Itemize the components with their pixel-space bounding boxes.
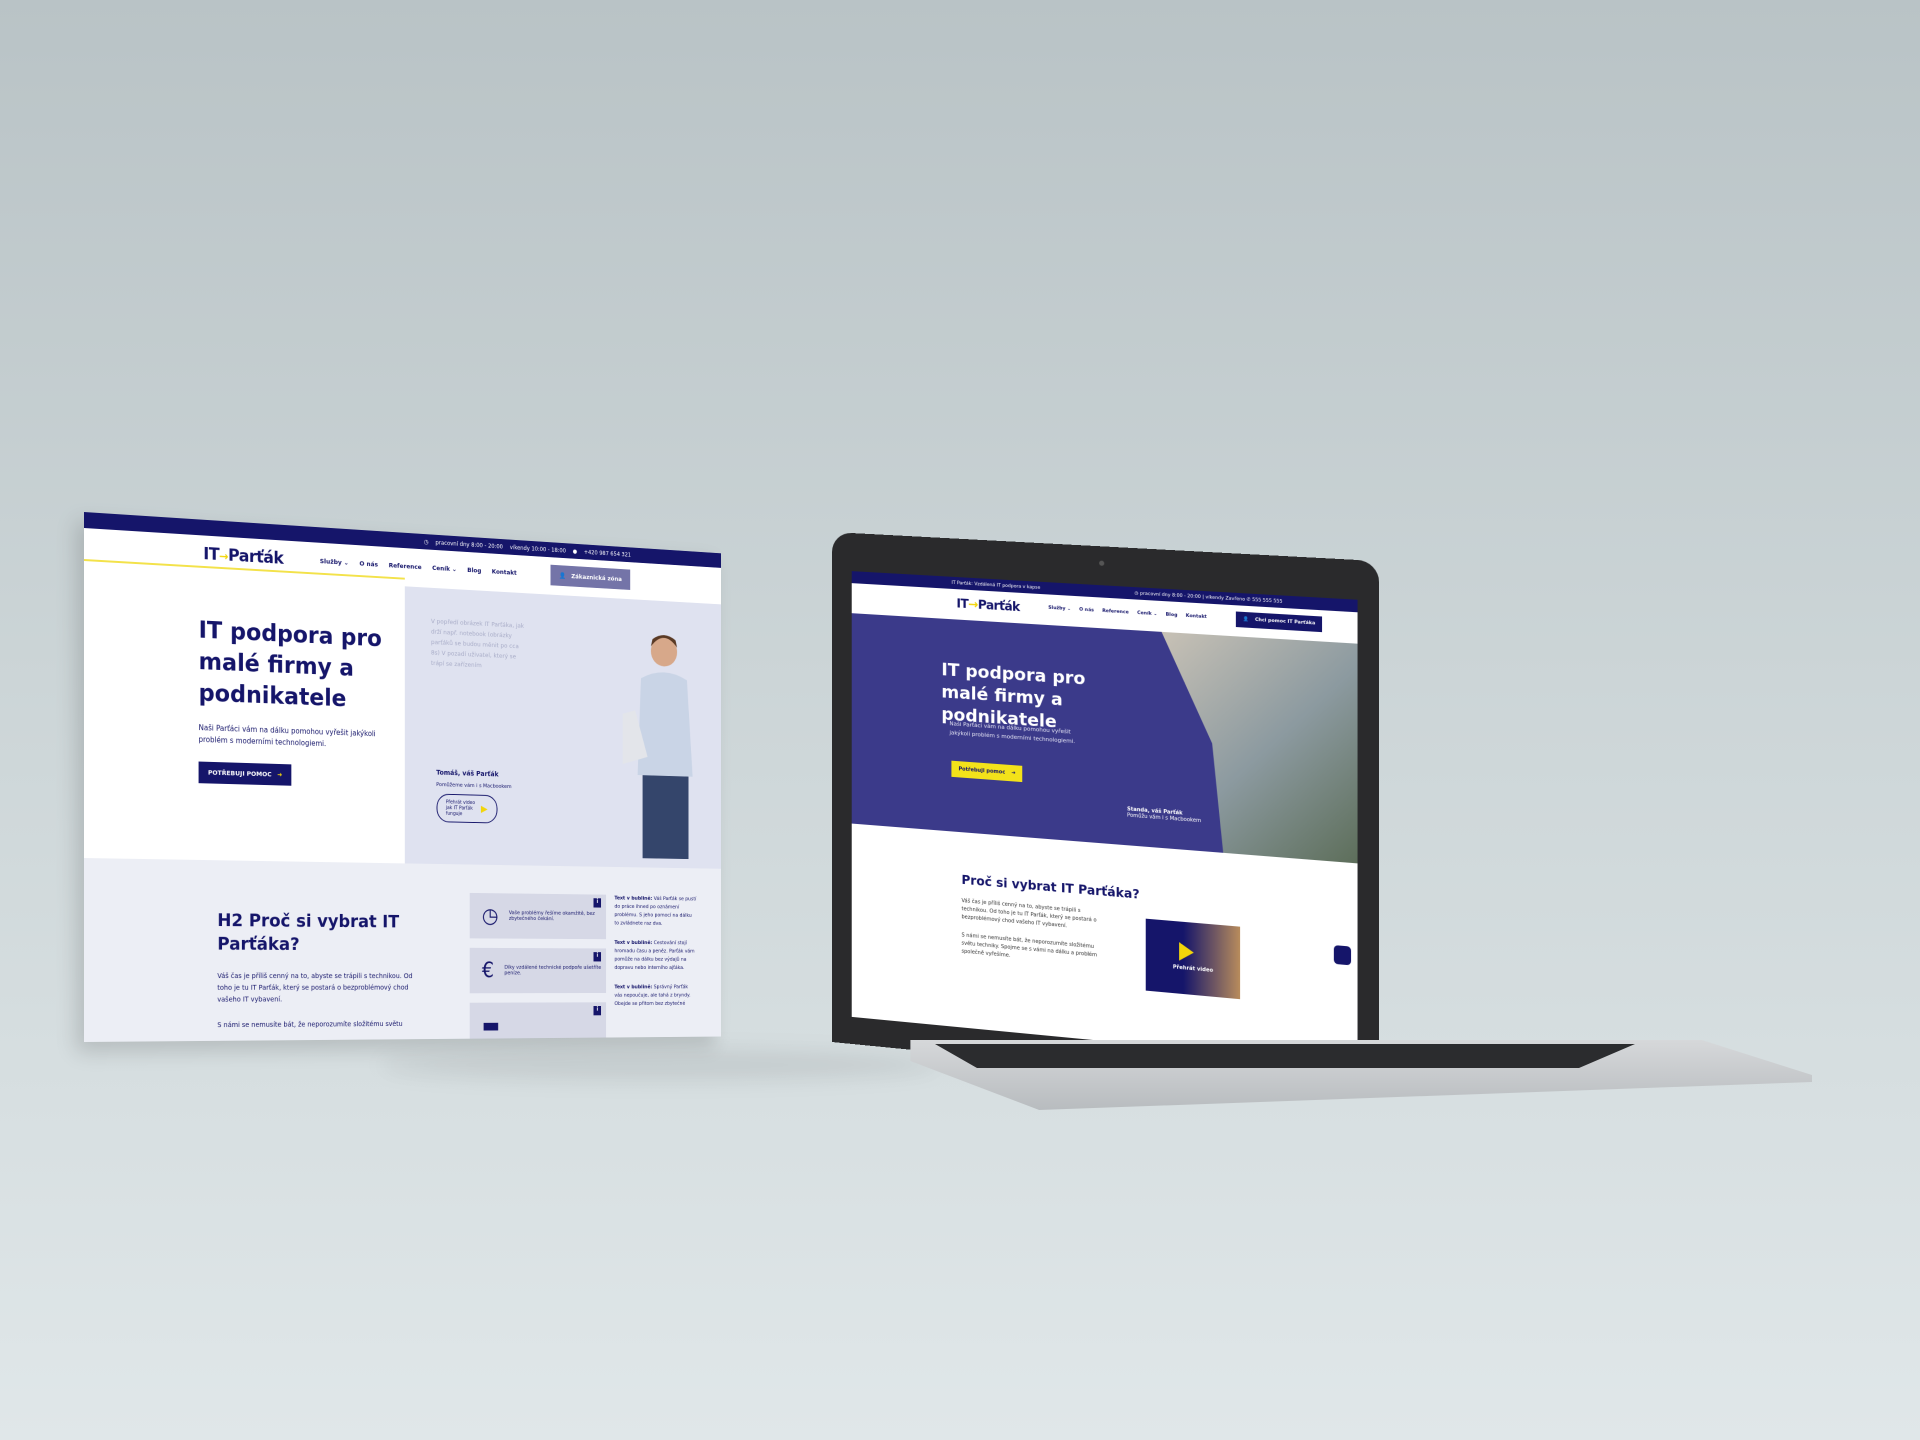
section-text-2: S námi se nemusíte bát, že neporozumíte … <box>217 1020 403 1030</box>
camera <box>1099 560 1105 566</box>
person-caption: Standa, váš Parťák Pomůžu vám i s Macbook… <box>1127 806 1202 825</box>
nav-blog[interactable]: Blog <box>467 566 481 574</box>
section-title: H2 Proč si vybrat IT Parťáka? <box>217 910 400 955</box>
nav-reference[interactable]: Reference <box>389 561 422 571</box>
phone[interactable]: 555 555 555 <box>1252 597 1282 604</box>
main-nav: Služby ⌄ O nás Reference Ceník ⌄ Blog Ko… <box>320 557 517 576</box>
chat-icon[interactable] <box>1333 945 1352 966</box>
hero: IT podpora pro malé firmy a podnikatele … <box>851 613 1358 864</box>
hero-text: Naši Parťáci vám na dálku pomohou vyřeši… <box>198 723 376 749</box>
logo[interactable]: IT→Parťák <box>203 544 283 568</box>
bubble-note: Text v bublině: Váš Parťák se pustí do p… <box>614 895 697 927</box>
benefit-card[interactable]: ◷ Vaše problémy řešíme okamžitě, bez zbyt… <box>469 892 607 940</box>
laptop-keyboard <box>935 1044 1635 1068</box>
customer-zone-button[interactable]: 👤 Zákaznická zóna <box>550 564 631 590</box>
benefit-card[interactable]: € Díky vzdálené technické podpoře ušetřít… <box>469 947 607 994</box>
person-subtitle: Pomůžeme vám i s Macbookem <box>436 782 512 790</box>
laptop-lid: IT Parťák: Vzdálená IT podpora v kapse ◷… <box>832 532 1380 1096</box>
section-text: Váš čas je příliš cenný na to, abyste se… <box>961 897 1097 930</box>
section-text-2: S námi se nemusíte bát, že neporozumíte … <box>961 932 1098 959</box>
why-section: Proč si vybrat IT Parťáka? Váš čas je př… <box>852 824 1358 1063</box>
card-icon: ▬ <box>481 1013 500 1038</box>
get-help-button[interactable]: 👤 Chci pomoc IT Parťáka <box>1236 611 1322 633</box>
play-icon: ▶ <box>480 803 488 815</box>
placeholder-note: V popředí obrázek IT Parťáka, jak drží n… <box>430 617 525 670</box>
user-icon: 👤 <box>559 571 567 580</box>
desktop-screen-mockup: ◷ pracovní dny 8:00 - 20:00 víkendy 10:0… <box>84 512 721 1042</box>
bubble-note: Text v bublině: Správný Parťák vás nepou… <box>614 984 691 1007</box>
video-thumbnail[interactable]: Přehrát video <box>1145 918 1241 1000</box>
nav-o-nas[interactable]: O nás <box>359 559 378 568</box>
bubble-note: Text v bublině: Cestování stojí hromadu … <box>614 940 695 971</box>
nav-blog[interactable]: Blog <box>1166 613 1178 619</box>
weekend-hours: víkendy 10:00 - 18:00 <box>509 543 566 554</box>
person-name: Tomáš, váš Parťák <box>436 768 499 779</box>
nav-sluzby[interactable]: Služby ⌄ <box>320 557 349 566</box>
nav-o-nas[interactable]: O nás <box>1079 607 1094 613</box>
user-icon: ● <box>572 547 578 555</box>
hero-title: IT podpora pro malé firmy a podnikatele <box>198 615 382 713</box>
need-help-button[interactable]: Potřebuji pomoc ➜ <box>951 760 1023 783</box>
person-with-laptop-image <box>622 634 693 860</box>
bubble-notes: Text v bublině: Váš Parťák se pustí do p… <box>614 895 696 1042</box>
nav-reference[interactable]: Reference <box>1102 609 1129 616</box>
euro-icon: € <box>481 958 495 983</box>
play-icon <box>1179 942 1194 962</box>
nav-kontakt[interactable]: Kontakt <box>1186 614 1207 620</box>
hours: pracovní dny 8:00 - 20:00 <box>435 539 503 550</box>
section-text: Váš čas je příliš cenný na to, abyste se… <box>217 972 413 1004</box>
arrow-right-icon: ➜ <box>1011 770 1016 777</box>
nav-cenik[interactable]: Ceník ⌄ <box>1137 611 1157 617</box>
team-photo <box>1135 630 1357 863</box>
clock-icon: ◷ <box>423 538 429 546</box>
benefit-cards: ◷ Vaše problémy řešíme okamžitě, bez zbyt… <box>469 892 607 1042</box>
main-nav: Služby ⌄ O nás Reference Ceník ⌄ Blog Ko… <box>1048 606 1207 620</box>
need-help-button[interactable]: POTŘEBUJI POMOC ➜ <box>198 761 292 786</box>
nav-cenik[interactable]: Ceník ⌄ <box>432 564 457 573</box>
hero: IT podpora pro malé firmy a podnikatele … <box>84 568 721 869</box>
logo[interactable]: IT→Parťák <box>956 596 1019 614</box>
play-video-button[interactable]: Přehrát video jak IT Parťák funguje ▶ <box>436 793 498 824</box>
info-icon[interactable]: i <box>593 952 602 962</box>
why-section: H2 Proč si vybrat IT Parťáka? Váš čas je… <box>84 858 721 1042</box>
nav-kontakt[interactable]: Kontakt <box>492 567 517 576</box>
arrow-right-icon: ➜ <box>277 770 283 779</box>
phone[interactable]: +420 987 654 321 <box>584 549 631 559</box>
nav-sluzby[interactable]: Služby ⌄ <box>1048 606 1071 612</box>
clock-icon: ◷ <box>481 903 499 928</box>
laptop-screen: IT Parťák: Vzdálená IT podpora v kapse ◷… <box>851 571 1358 1066</box>
info-icon[interactable]: i <box>593 898 602 908</box>
benefit-card[interactable]: ▬ i <box>469 1002 607 1042</box>
screen-shadow <box>380 1050 940 1080</box>
info-icon[interactable]: i <box>593 1006 602 1016</box>
user-icon: 👤 <box>1242 617 1249 623</box>
